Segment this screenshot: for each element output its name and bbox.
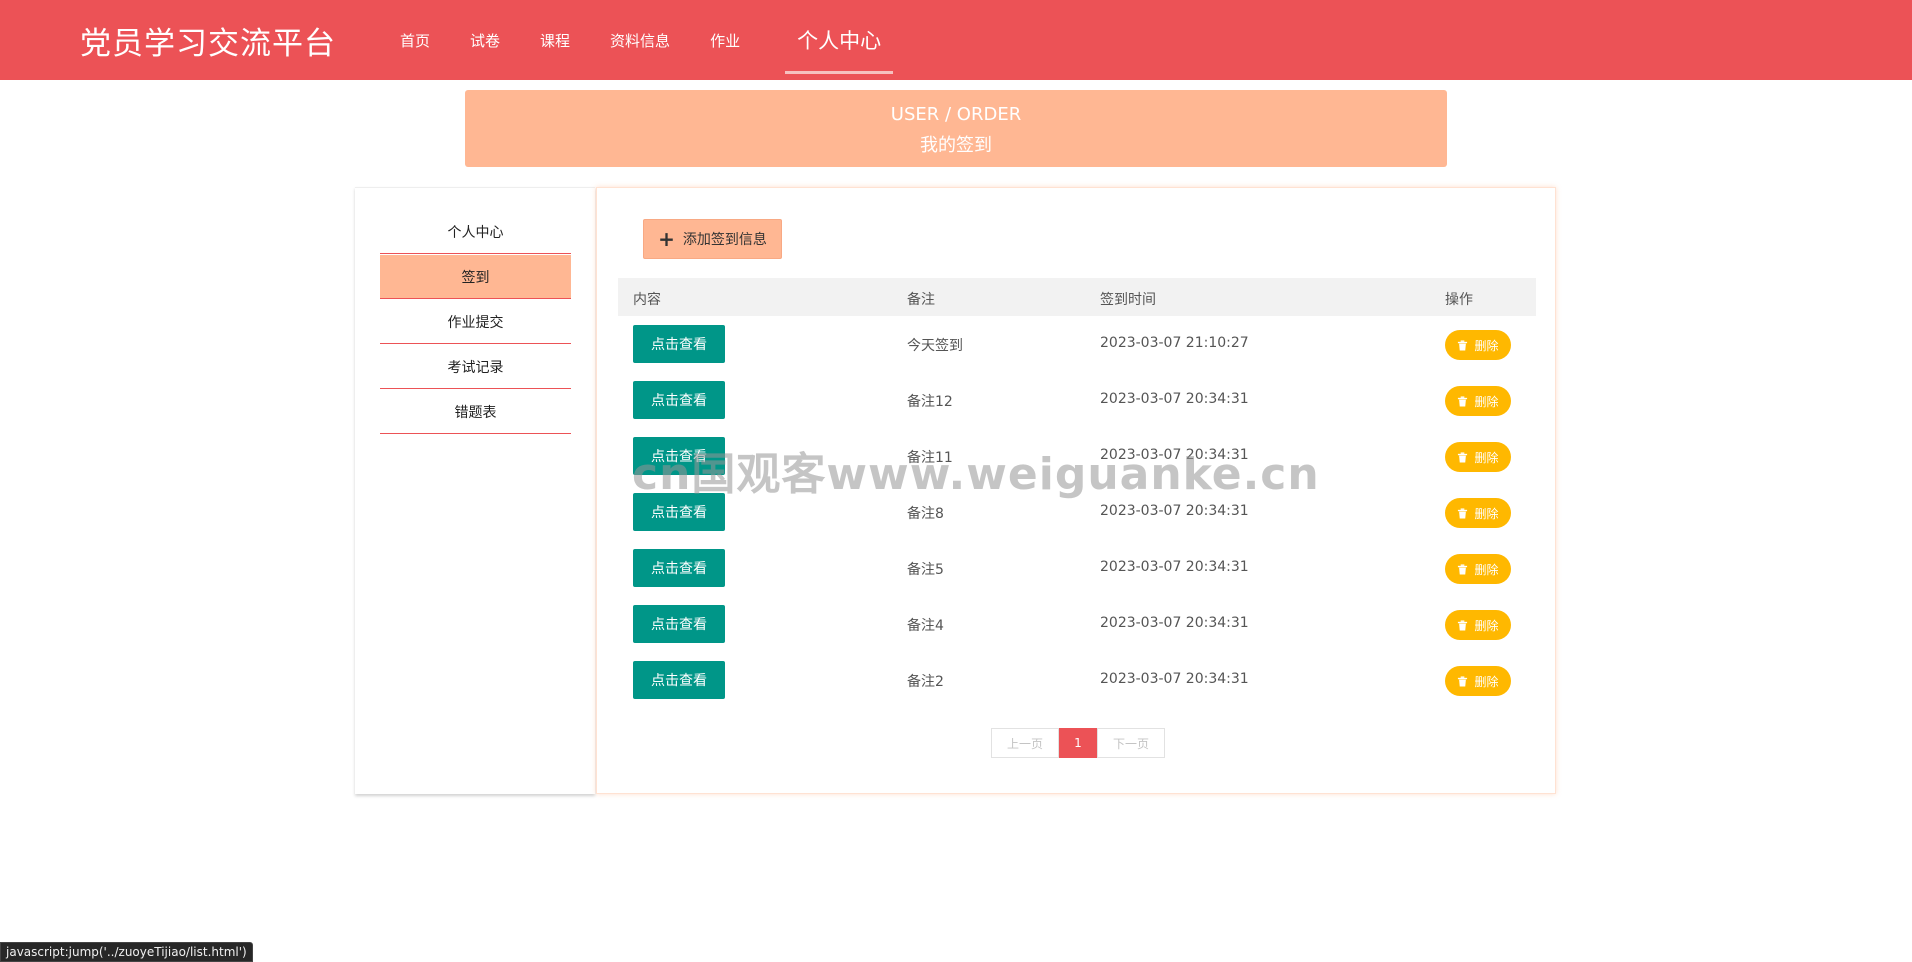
table-row: 点击查看 备注4 2023-03-07 20:34:31 删除 bbox=[618, 596, 1536, 652]
delete-button[interactable]: 删除 bbox=[1445, 610, 1511, 640]
view-button[interactable]: 点击查看 bbox=[633, 661, 725, 699]
delete-label: 删除 bbox=[1474, 394, 1499, 409]
nav-item-homework[interactable]: 作业 bbox=[690, 0, 760, 80]
trash-icon bbox=[1458, 451, 1468, 463]
row-note: 备注11 bbox=[907, 450, 953, 466]
page-banner: USER / ORDER 我的签到 bbox=[465, 90, 1447, 167]
delete-button[interactable]: 删除 bbox=[1445, 442, 1511, 472]
sidebar-item-personal-center[interactable]: 个人中心 bbox=[380, 210, 571, 254]
view-button[interactable]: 点击查看 bbox=[633, 437, 725, 475]
row-note: 备注5 bbox=[907, 562, 944, 578]
sidebar: 个人中心 签到 作业提交 考试记录 错题表 bbox=[355, 187, 595, 794]
trash-icon bbox=[1458, 395, 1468, 407]
nav-item-home[interactable]: 首页 bbox=[380, 0, 450, 80]
banner-english-title: USER / ORDER bbox=[890, 104, 1022, 125]
column-header-actions: 操作 bbox=[1445, 292, 1473, 308]
row-checkin-time: 2023-03-07 20:34:31 bbox=[1100, 671, 1249, 687]
delete-label: 删除 bbox=[1474, 338, 1499, 353]
delete-label: 删除 bbox=[1474, 674, 1499, 689]
row-note: 备注2 bbox=[907, 674, 944, 690]
delete-button[interactable]: 删除 bbox=[1445, 554, 1511, 584]
row-checkin-time: 2023-03-07 20:34:31 bbox=[1100, 391, 1249, 407]
table-row: 点击查看 今天签到 2023-03-07 21:10:27 删除 bbox=[618, 316, 1536, 372]
row-note: 今天签到 bbox=[907, 338, 963, 354]
view-button[interactable]: 点击查看 bbox=[633, 605, 725, 643]
row-checkin-time: 2023-03-07 21:10:27 bbox=[1100, 335, 1249, 351]
row-note: 备注8 bbox=[907, 506, 944, 522]
row-checkin-time: 2023-03-07 20:34:31 bbox=[1100, 559, 1249, 575]
pagination: 上一页 1 下一页 bbox=[991, 728, 1165, 758]
top-header: 党员学习交流平台 首页 试卷 课程 资料信息 作业 个人中心 bbox=[0, 0, 1912, 80]
row-checkin-time: 2023-03-07 20:34:31 bbox=[1100, 615, 1249, 631]
site-brand[interactable]: 党员学习交流平台 bbox=[80, 18, 336, 63]
next-page-button[interactable]: 下一页 bbox=[1097, 728, 1165, 758]
sidebar-item-exam-records[interactable]: 考试记录 bbox=[380, 345, 571, 389]
checkin-panel: + 添加签到信息 内容 备注 签到时间 操作 点击查看 今天签到 2023-03-0… bbox=[596, 187, 1556, 794]
sidebar-item-wrong-questions[interactable]: 错题表 bbox=[380, 390, 571, 434]
nav-item-personal-center[interactable]: 个人中心 bbox=[785, 0, 894, 80]
delete-button[interactable]: 删除 bbox=[1445, 666, 1511, 696]
sidebar-item-checkin[interactable]: 签到 bbox=[380, 255, 571, 299]
nav-item-exams[interactable]: 试卷 bbox=[450, 0, 520, 80]
plus-icon: + bbox=[658, 227, 675, 251]
delete-button[interactable]: 删除 bbox=[1445, 498, 1511, 528]
view-button[interactable]: 点击查看 bbox=[633, 381, 725, 419]
add-checkin-button[interactable]: + 添加签到信息 bbox=[643, 219, 782, 259]
table-row: 点击查看 备注11 2023-03-07 20:34:31 删除 bbox=[618, 428, 1536, 484]
column-header-content: 内容 bbox=[633, 292, 661, 308]
current-page-button[interactable]: 1 bbox=[1059, 728, 1097, 758]
row-note: 备注4 bbox=[907, 618, 944, 634]
browser-status-bar: javascript:jump('../zuoyeTijiao/list.htm… bbox=[0, 942, 253, 962]
nav-item-courses[interactable]: 课程 bbox=[520, 0, 590, 80]
view-button[interactable]: 点击查看 bbox=[633, 549, 725, 587]
row-checkin-time: 2023-03-07 20:34:31 bbox=[1100, 447, 1249, 463]
delete-label: 删除 bbox=[1474, 506, 1499, 521]
trash-icon bbox=[1458, 507, 1468, 519]
view-button[interactable]: 点击查看 bbox=[633, 493, 725, 531]
nav-item-materials[interactable]: 资料信息 bbox=[590, 0, 690, 80]
column-header-checkin-time: 签到时间 bbox=[1100, 292, 1156, 308]
row-note: 备注12 bbox=[907, 394, 953, 410]
add-checkin-label: 添加签到信息 bbox=[682, 232, 767, 248]
row-checkin-time: 2023-03-07 20:34:31 bbox=[1100, 503, 1249, 519]
delete-label: 删除 bbox=[1474, 562, 1499, 577]
sidebar-item-homework-submit[interactable]: 作业提交 bbox=[380, 300, 571, 344]
banner-chinese-title: 我的签到 bbox=[920, 135, 992, 156]
prev-page-button[interactable]: 上一页 bbox=[991, 728, 1059, 758]
delete-label: 删除 bbox=[1474, 618, 1499, 633]
main-nav: 首页 试卷 课程 资料信息 作业 个人中心 bbox=[380, 0, 894, 80]
table-row: 点击查看 备注12 2023-03-07 20:34:31 删除 bbox=[618, 372, 1536, 428]
trash-icon bbox=[1458, 619, 1468, 631]
delete-button[interactable]: 删除 bbox=[1445, 386, 1511, 416]
trash-icon bbox=[1458, 675, 1468, 687]
table-row: 点击查看 备注8 2023-03-07 20:34:31 删除 bbox=[618, 484, 1536, 540]
table-row: 点击查看 备注5 2023-03-07 20:34:31 删除 bbox=[618, 540, 1536, 596]
table-row: 点击查看 备注2 2023-03-07 20:34:31 删除 bbox=[618, 652, 1536, 708]
view-button[interactable]: 点击查看 bbox=[633, 325, 725, 363]
column-header-note: 备注 bbox=[907, 292, 935, 308]
delete-label: 删除 bbox=[1474, 450, 1499, 465]
trash-icon bbox=[1458, 339, 1468, 351]
table-header: 内容 备注 签到时间 操作 bbox=[618, 278, 1536, 316]
delete-button[interactable]: 删除 bbox=[1445, 330, 1511, 360]
trash-icon bbox=[1458, 563, 1468, 575]
